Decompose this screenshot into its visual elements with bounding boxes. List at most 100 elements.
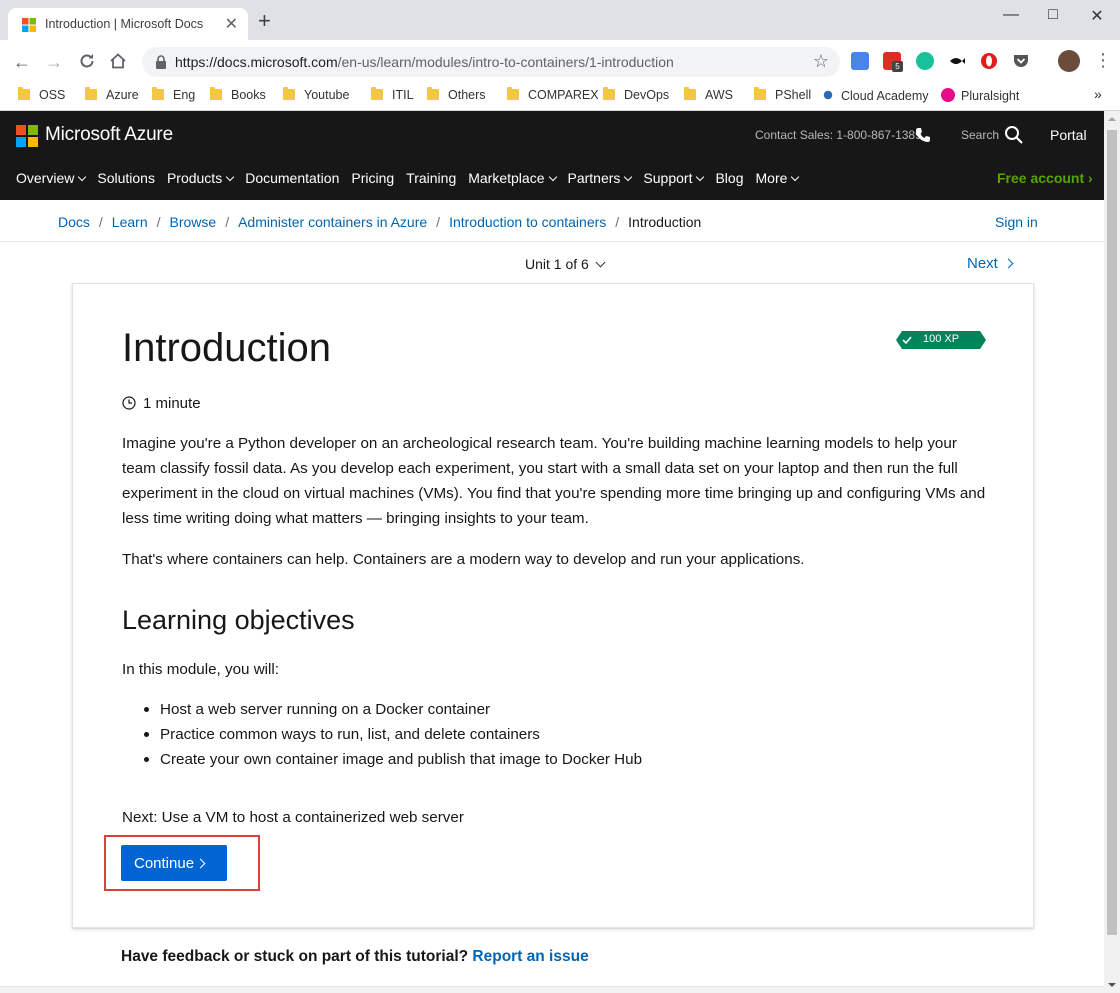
nav-item-more[interactable]: More (756, 170, 800, 186)
free-account-label: Free account (997, 170, 1085, 186)
google-translate-extension-icon[interactable] (851, 52, 869, 70)
sign-in-link[interactable]: Sign in (995, 214, 1038, 230)
bookmark-label: Azure (106, 88, 139, 102)
scroll-up-arrow-icon[interactable] (1104, 111, 1120, 127)
bookmark-pluralsight[interactable]: Pluralsight (941, 88, 1019, 106)
duration-text: 1 minute (143, 395, 201, 412)
azure-header: Microsoft Azure Contact Sales: 1-800-867… (0, 111, 1104, 200)
url-host: https://docs.microsoft.com (175, 54, 338, 70)
breadcrumb-separator: / (436, 214, 441, 230)
back-icon[interactable]: ← (10, 50, 34, 74)
bookmark-cloud-academy[interactable]: Cloud Academy (821, 88, 929, 106)
breadcrumb-link[interactable]: Docs (58, 214, 90, 230)
bookmark-oss[interactable]: OSS (18, 87, 65, 106)
microsoft-logo-icon[interactable] (16, 125, 38, 147)
feedback-prompt: Have feedback or stuck on part of this t… (121, 948, 589, 966)
nav-item-overview[interactable]: Overview (16, 170, 87, 186)
bookmark-itil[interactable]: ITIL (371, 87, 414, 106)
bookmark-aws[interactable]: AWS (684, 87, 734, 106)
nav-item-marketplace[interactable]: Marketplace (468, 170, 557, 186)
folder-icon (371, 87, 383, 100)
close-window-icon[interactable]: ✕ (1074, 6, 1120, 26)
browser-tab[interactable]: Introduction | Microsoft Docs ✕ (8, 8, 248, 40)
unit-selector[interactable]: Unit 1 of 6 (525, 256, 606, 272)
nav-item-documentation[interactable]: Documentation (245, 170, 339, 186)
next-unit-link[interactable]: Next (967, 255, 1014, 272)
maximize-icon[interactable]: □ (1030, 6, 1076, 24)
folder-icon (603, 87, 615, 100)
scroll-down-arrow-icon[interactable] (1104, 977, 1120, 993)
nav-item-solutions[interactable]: Solutions (97, 170, 155, 186)
browser-toolbar: ← → https://docs.microsoft.com/en-us/lea… (0, 40, 1120, 84)
browser-menu-icon[interactable]: ⋮ (1094, 50, 1112, 71)
bookmark-label: AWS (705, 88, 734, 102)
reload-icon[interactable] (78, 52, 96, 70)
page-scrollbar[interactable] (1104, 111, 1120, 993)
grammarly-extension-icon[interactable] (916, 52, 934, 70)
nav-item-partners[interactable]: Partners (568, 170, 633, 186)
url-path: /en-us/learn/modules/intro-to-containers… (337, 54, 674, 70)
todo-extension-icon[interactable]: 5 (883, 52, 903, 72)
bookmark-others[interactable]: Others (427, 87, 486, 106)
close-tab-icon[interactable]: ✕ (225, 14, 238, 34)
folder-icon (152, 87, 164, 100)
home-icon[interactable] (109, 52, 127, 70)
bookmark-pshell[interactable]: PShell (754, 87, 812, 106)
page-title: Introduction (122, 326, 332, 370)
bookmark-books[interactable]: Books (210, 87, 266, 106)
bookmark-label: COMPAREX (528, 88, 599, 102)
bookmarks-overflow-icon[interactable]: » (1094, 86, 1102, 102)
scroll-thumb[interactable] (1107, 130, 1117, 935)
minimize-icon[interactable]: — (988, 6, 1034, 24)
breadcrumb-separator: / (225, 214, 230, 230)
free-account-link[interactable]: Free account › (997, 170, 1093, 186)
new-tab-icon[interactable]: + (258, 10, 271, 32)
search-label[interactable]: Search (961, 128, 999, 142)
microsoft-favicon-icon (22, 18, 36, 32)
bookmark-azure[interactable]: Azure (85, 87, 139, 106)
portal-link[interactable]: Portal (1050, 127, 1087, 143)
breadcrumb-link[interactable]: Introduction to containers (449, 214, 606, 230)
next-label: Next (967, 255, 998, 272)
breadcrumb-separator: / (156, 214, 161, 230)
nav-item-label: Support (643, 170, 693, 186)
bookmark-comparex[interactable]: COMPAREX (507, 87, 599, 106)
bookmark-devops[interactable]: DevOps (603, 87, 670, 106)
objective-item: Create your own container image and publ… (143, 747, 642, 772)
search-icon[interactable] (1004, 125, 1023, 144)
bookmark-eng[interactable]: Eng (152, 87, 195, 106)
report-issue-link[interactable]: Report an issue (472, 948, 588, 965)
continue-button[interactable]: Continue (121, 845, 227, 881)
nav-item-support[interactable]: Support (643, 170, 705, 186)
opera-extension-icon[interactable] (980, 52, 998, 70)
nav-item-pricing[interactable]: Pricing (351, 170, 394, 186)
bookmark-label: Youtube (304, 88, 350, 102)
profile-avatar[interactable] (1058, 50, 1080, 72)
bookmark-label: PShell (775, 88, 812, 102)
fish-extension-icon[interactable] (948, 52, 966, 70)
nav-item-training[interactable]: Training (406, 170, 456, 186)
bookmark-star-icon[interactable]: ☆ (813, 51, 829, 72)
nav-item-label: Products (166, 170, 223, 186)
bookmark-youtube[interactable]: Youtube (283, 87, 350, 106)
continue-label: Continue (134, 854, 195, 872)
breadcrumb-link[interactable]: Browse (170, 214, 217, 230)
breadcrumb-link[interactable]: Administer containers in Azure (238, 214, 427, 230)
nav-item-blog[interactable]: Blog (715, 170, 743, 186)
extension-badge: 5 (892, 61, 903, 72)
bookmark-label: DevOps (624, 88, 670, 102)
lock-icon (156, 55, 166, 69)
brand-name[interactable]: Microsoft Azure (45, 124, 173, 146)
forward-icon[interactable]: → (42, 50, 66, 74)
folder-icon (507, 87, 519, 100)
phone-icon[interactable] (914, 126, 932, 144)
nav-item-products[interactable]: Products (166, 170, 235, 186)
folder-icon (18, 87, 30, 100)
chevron-down-icon (78, 172, 87, 182)
tab-strip: Introduction | Microsoft Docs ✕ + — □ ✕ (0, 0, 1120, 40)
pocket-extension-icon[interactable] (1012, 52, 1030, 70)
chevron-down-icon (595, 257, 606, 268)
breadcrumb-link[interactable]: Learn (112, 214, 148, 230)
address-bar[interactable]: https://docs.microsoft.com/en-us/learn/m… (142, 47, 840, 77)
folder-icon (283, 87, 295, 100)
